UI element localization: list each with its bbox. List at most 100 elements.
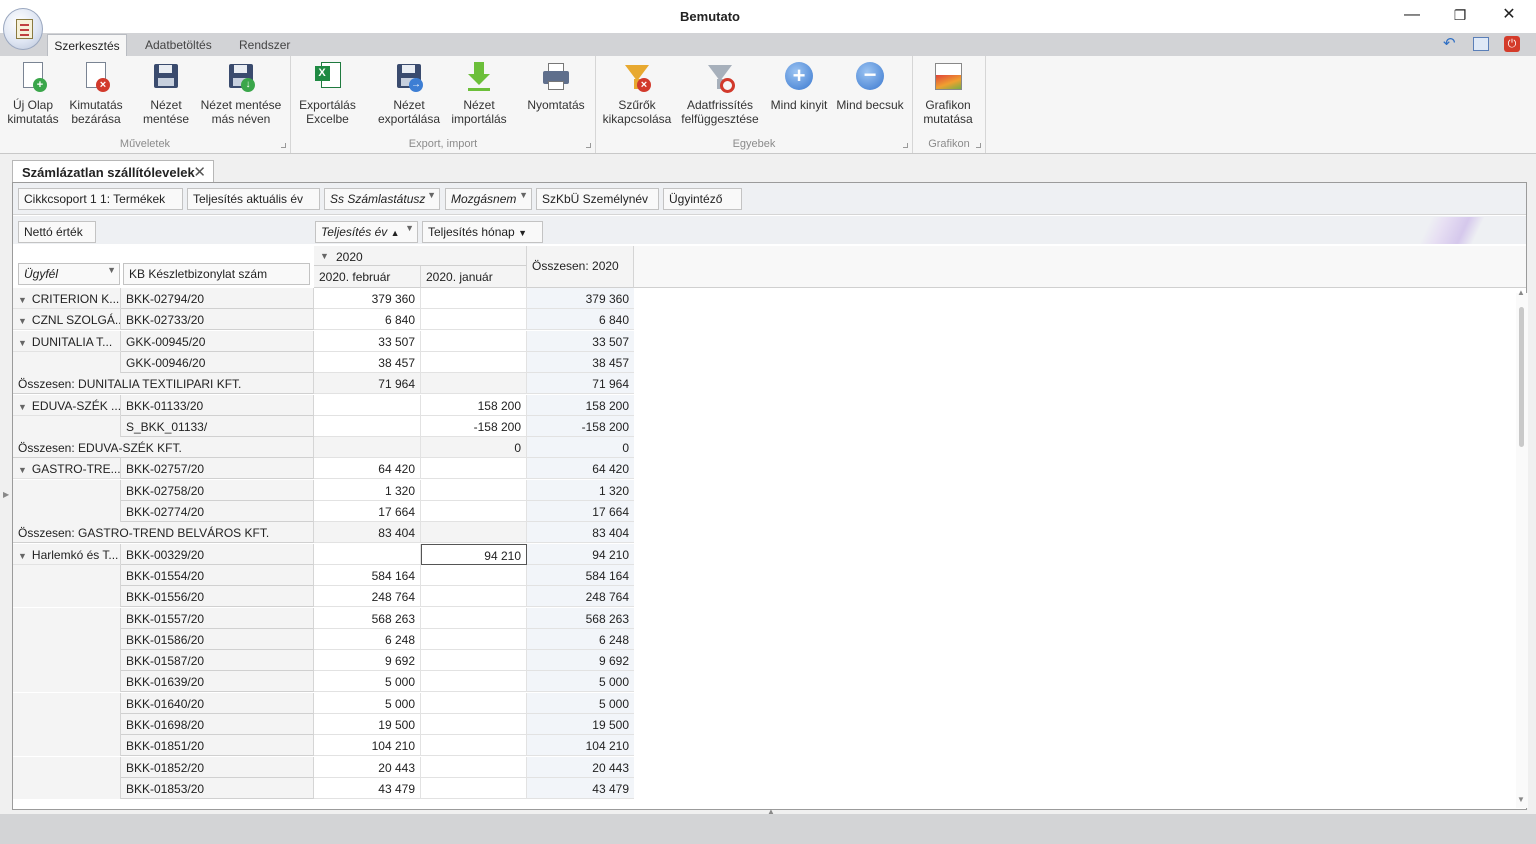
filter-icon[interactable]: ▼ [107,265,116,275]
cell-feb[interactable] [314,437,421,458]
cell-total[interactable]: 0 [527,437,634,458]
cell-jan[interactable] [421,757,527,778]
cell-jan[interactable] [421,501,527,522]
cell-feb[interactable] [314,416,421,437]
cell-feb[interactable]: 20 443 [314,757,421,778]
cell-total[interactable]: 38 457 [527,352,634,373]
tab-szerkesztes[interactable]: Szerkesztés [47,34,127,58]
filter-field-teljesites-aktualis-ev[interactable]: Teljesítés aktuális év [187,188,320,210]
export-excel-button[interactable]: X Exportálás Excelbe [295,60,360,126]
row-header-ugyfel[interactable]: ▼ GASTRO-TRE... [13,458,121,479]
cell-jan[interactable] [421,565,527,586]
filter-field-szamlastatusz[interactable]: Ss Számlastátusz ▼ [324,188,440,210]
collapse-icon[interactable]: ▼ [18,402,27,412]
cell-total[interactable]: 568 263 [527,608,634,629]
cell-feb[interactable]: 64 420 [314,458,421,479]
tab-close-icon[interactable]: ✕ [193,163,206,181]
cell-feb[interactable] [314,544,421,565]
cell-feb[interactable]: 83 404 [314,522,421,543]
mind-becsuk-button[interactable]: − Mind becsuk [836,60,904,112]
cell-total[interactable]: 158 200 [527,395,634,416]
cell-total[interactable]: 584 164 [527,565,634,586]
szurok-kikapcsolasa-button[interactable]: × Szűrők kikapcsolása [602,60,672,126]
cell-jan[interactable]: 0 [421,437,527,458]
side-panel-toggle-icon[interactable]: ▶ [3,490,9,499]
cell-feb[interactable]: 584 164 [314,565,421,586]
row-header-ugyfel[interactable]: ▼ Harlemkó és T... [13,544,121,565]
nezet-mentese-mas-neven-button[interactable]: ↓ Nézet mentése más néven [198,60,284,126]
vertical-scrollbar[interactable] [1516,293,1528,808]
cell-jan[interactable] [421,458,527,479]
cell-feb[interactable]: 19 500 [314,714,421,735]
cell-jan[interactable] [421,735,527,756]
cell-total[interactable]: 104 210 [527,735,634,756]
cell-total[interactable]: 9 692 [527,650,634,671]
cell-jan[interactable] [421,331,527,352]
row-header-ugyfel[interactable]: ▼ CRITERION K... [13,288,121,309]
scroll-down-icon[interactable]: ▼ [1517,795,1525,804]
cell-jan[interactable] [421,373,527,394]
data-field-netto-ertek[interactable]: Nettó érték [18,221,96,243]
cell-feb[interactable]: 6 840 [314,309,421,330]
group-launcher-icon[interactable] [976,143,981,148]
help-icon[interactable]: ↶ [1443,36,1459,52]
cell-feb[interactable]: 71 964 [314,373,421,394]
filter-icon[interactable]: ▼ [405,223,414,233]
cell-total[interactable]: 20 443 [527,757,634,778]
cell-jan[interactable] [421,650,527,671]
cell-jan[interactable]: 94 210 [421,544,527,565]
cell-jan[interactable] [421,671,527,692]
cell-jan[interactable]: -158 200 [421,416,527,437]
cell-feb[interactable]: 38 457 [314,352,421,373]
nezet-mentese-button[interactable]: Nézet mentése [136,60,196,126]
nezet-importalas-button[interactable]: Nézet importálás [448,60,510,126]
cell-feb[interactable]: 9 692 [314,650,421,671]
collapse-icon[interactable]: ▼ [18,295,27,305]
cell-total[interactable]: 64 420 [527,458,634,479]
row-header-ugyfel[interactable]: ▼ DUNITALIA T... [13,331,121,352]
group-launcher-icon[interactable] [903,143,908,148]
row-header-ugyfel[interactable]: ▼ CZNL SZOLGÁ... [13,309,121,330]
cell-jan[interactable] [421,586,527,607]
collapse-icon[interactable]: ▼ [18,551,27,561]
cell-total[interactable]: 5 000 [527,671,634,692]
grafikon-mutatasa-button[interactable]: Grafikon mutatása [917,60,979,126]
cell-total[interactable]: 33 507 [527,331,634,352]
cell-jan[interactable] [421,522,527,543]
cell-total[interactable]: 83 404 [527,522,634,543]
column-header-feb[interactable]: 2020. február [314,266,421,288]
cell-feb[interactable]: 5 000 [314,693,421,714]
minimize-button[interactable]: — [1397,4,1427,28]
cell-jan[interactable] [421,693,527,714]
cell-feb[interactable]: 104 210 [314,735,421,756]
row-field-bizonylat[interactable]: KB Készletbizonylat szám [123,263,310,285]
column-header-jan[interactable]: 2020. január [421,266,527,288]
filter-field-cikkcsoport[interactable]: Cikkcsoport 1 1: Termékek [18,188,183,210]
column-field-teljesites-ev[interactable]: Teljesítés év ▲ ▼ [315,221,418,243]
cell-feb[interactable]: 6 248 [314,629,421,650]
cell-feb[interactable]: 33 507 [314,331,421,352]
power-icon[interactable]: ⏻ [1504,36,1520,52]
cell-jan[interactable] [421,714,527,735]
nyomtatas-button[interactable]: Nyomtatás [523,60,589,112]
cell-total[interactable]: 43 479 [527,778,634,799]
group-launcher-icon[interactable] [281,143,286,148]
document-tab[interactable]: Számlázatlan szállítólevelek ✕ [12,160,214,184]
cell-total[interactable]: 94 210 [527,544,634,565]
cell-jan[interactable] [421,629,527,650]
cell-feb[interactable]: 5 000 [314,671,421,692]
close-button[interactable]: ✕ [1494,4,1524,28]
cell-total[interactable]: 1 320 [527,480,634,501]
cell-jan[interactable] [421,309,527,330]
cell-jan[interactable] [421,480,527,501]
cell-total[interactable]: 5 000 [527,693,634,714]
cell-total[interactable]: 71 964 [527,373,634,394]
column-field-teljesites-honap[interactable]: Teljesítés hónap ▼ [422,221,543,243]
cell-total[interactable]: 6 840 [527,309,634,330]
cell-total[interactable]: -158 200 [527,416,634,437]
cell-total[interactable]: 248 764 [527,586,634,607]
group-launcher-icon[interactable] [586,143,591,148]
cell-total[interactable]: 6 248 [527,629,634,650]
collapse-icon[interactable]: ▼ [18,316,27,326]
app-menu-icon[interactable] [3,8,43,50]
